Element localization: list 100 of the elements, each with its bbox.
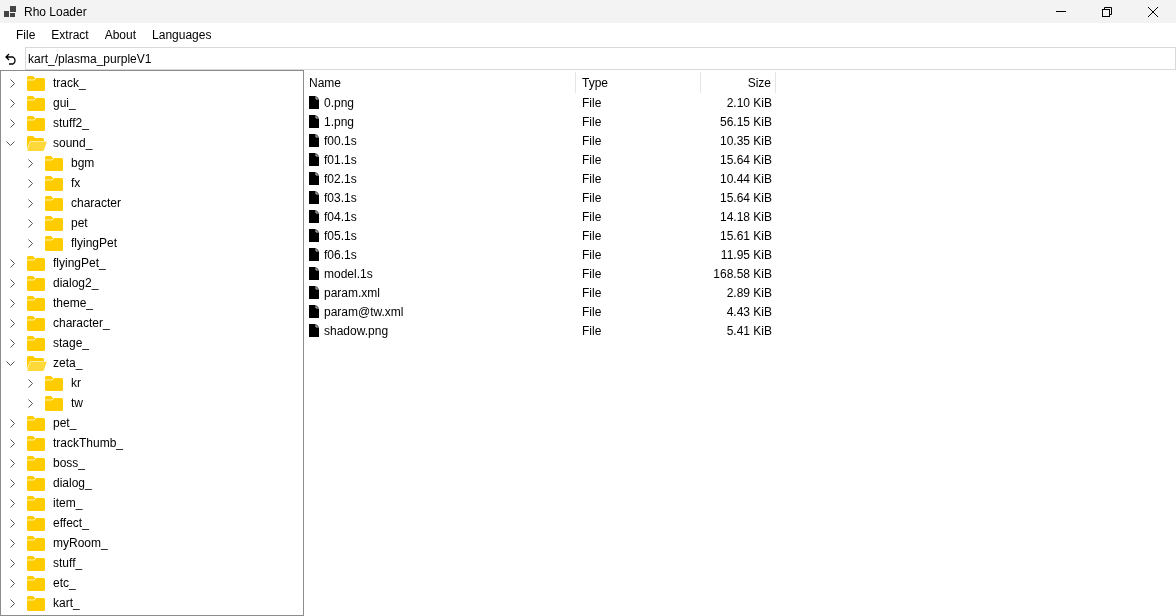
tree-item[interactable]: trackThumb_	[53, 434, 124, 452]
file-icon	[309, 324, 319, 337]
menu-item[interactable]: Languages	[144, 24, 220, 46]
tree-item[interactable]: kr	[71, 374, 81, 392]
folder-icon	[45, 375, 63, 391]
chevron-right-icon[interactable]	[10, 458, 15, 468]
chevron-right-icon[interactable]	[10, 98, 15, 108]
tree-item[interactable]: pet_	[53, 414, 77, 432]
chevron-down-icon[interactable]	[6, 360, 15, 366]
tree-item[interactable]: dialog2_	[53, 274, 99, 292]
tree-item[interactable]: character	[71, 194, 122, 212]
table-cell-text: 15.64 KiB	[719, 151, 772, 169]
chevron-right-icon[interactable]	[10, 478, 15, 488]
table-cell-text: param.xml	[324, 284, 380, 302]
tree-item[interactable]: track_	[53, 74, 86, 92]
chevron-right-icon[interactable]	[28, 178, 33, 188]
restore-icon	[1102, 6, 1112, 17]
chevron-right-icon[interactable]	[10, 118, 15, 128]
chevron-right-icon[interactable]	[28, 198, 33, 208]
column-header[interactable]: Name	[304, 72, 576, 93]
column-header[interactable]: Size	[701, 72, 776, 93]
folder-icon	[45, 195, 63, 211]
table-cell-text: 168.58 KiB	[713, 265, 772, 283]
table-cell-text: File	[582, 322, 602, 340]
chevron-right-icon[interactable]	[10, 298, 15, 308]
tree-item[interactable]: flyingPet	[71, 234, 118, 252]
chevron-right-icon[interactable]	[28, 158, 33, 168]
folder-icon	[27, 95, 45, 111]
tree-item[interactable]: tw	[71, 394, 83, 412]
tree-item[interactable]: character_	[53, 314, 110, 332]
menu-item[interactable]: Extract	[43, 24, 97, 46]
folder-icon	[45, 395, 63, 411]
chevron-right-icon[interactable]	[10, 538, 15, 548]
tree-item[interactable]: effect_	[53, 514, 89, 532]
menu-item[interactable]: About	[96, 24, 145, 46]
tree-item[interactable]: stuff2_	[53, 114, 89, 132]
table-cell-text: File	[582, 303, 602, 321]
chevron-right-icon[interactable]	[10, 418, 15, 428]
table-cell-text: File	[582, 132, 602, 150]
folder-icon	[27, 315, 45, 331]
window-title: Rho Loader	[24, 3, 87, 21]
chevron-right-icon[interactable]	[28, 218, 33, 228]
table-cell-text: 11.95 KiB	[720, 246, 772, 264]
open-folder-icon	[27, 355, 47, 371]
chevron-down-icon[interactable]	[6, 140, 15, 146]
tree-item[interactable]: fx	[71, 174, 81, 192]
tree-item[interactable]: boss_	[53, 454, 86, 472]
tree-item[interactable]: etc_	[53, 574, 76, 592]
tree-item[interactable]: stuff_	[53, 554, 83, 572]
folder-icon	[27, 455, 45, 471]
chevron-right-icon[interactable]	[10, 498, 15, 508]
table-cell-text: f06.1s	[324, 246, 357, 264]
folder-icon	[27, 495, 45, 511]
file-icon	[309, 248, 319, 261]
tree-item[interactable]: pet	[71, 214, 88, 232]
table-cell-text: shadow.png	[324, 322, 389, 340]
file-icon	[309, 134, 319, 147]
chevron-right-icon[interactable]	[10, 578, 15, 588]
file-icon	[309, 115, 319, 128]
chevron-right-icon[interactable]	[10, 278, 15, 288]
folder-icon	[27, 595, 45, 611]
chevron-right-icon[interactable]	[28, 378, 33, 388]
tree-item[interactable]: item_	[53, 494, 83, 512]
chevron-right-icon[interactable]	[10, 438, 15, 448]
chevron-right-icon[interactable]	[28, 398, 33, 408]
table-cell-text: f05.1s	[324, 227, 357, 245]
tree-item[interactable]: stage_	[53, 334, 90, 352]
table-cell-text: 5.41 KiB	[726, 322, 772, 340]
table-cell-text: 4.43 KiB	[726, 303, 772, 321]
tree-item[interactable]: flyingPet_	[53, 254, 106, 272]
chevron-right-icon[interactable]	[10, 518, 15, 528]
folder-icon	[45, 235, 63, 251]
file-icon	[309, 286, 319, 299]
file-icon	[309, 96, 319, 109]
chevron-right-icon[interactable]	[10, 558, 15, 568]
column-header[interactable]: Type	[576, 72, 701, 93]
table-cell-text: 14.18 KiB	[719, 208, 772, 226]
tree-item[interactable]: theme_	[53, 294, 94, 312]
chevron-right-icon[interactable]	[10, 258, 15, 268]
chevron-right-icon[interactable]	[10, 338, 15, 348]
tree-item[interactable]: gui_	[53, 94, 76, 112]
folder-icon	[27, 515, 45, 531]
tree-item[interactable]: myRoom_	[53, 534, 108, 552]
tree-item[interactable]: zeta_	[53, 354, 83, 372]
table-cell-text: f01.1s	[324, 151, 357, 169]
folder-icon	[27, 575, 45, 591]
chevron-right-icon[interactable]	[10, 78, 15, 88]
back-icon[interactable]	[5, 52, 18, 65]
chevron-right-icon[interactable]	[10, 318, 15, 328]
chevron-right-icon[interactable]	[28, 238, 33, 248]
menu-item[interactable]: File	[8, 24, 44, 46]
tree-item[interactable]: bgm	[71, 154, 95, 172]
chevron-right-icon[interactable]	[10, 598, 15, 608]
tree-item[interactable]: sound_	[53, 134, 93, 152]
tree-item[interactable]: kart_	[53, 594, 80, 612]
table-cell-text: File	[582, 284, 602, 302]
tree-item[interactable]: dialog_	[53, 474, 92, 492]
path-field[interactable]: kart_/plasma_purpleV1	[25, 47, 1176, 70]
table-cell-text: File	[582, 246, 602, 264]
table-cell-text: model.1s	[324, 265, 373, 283]
